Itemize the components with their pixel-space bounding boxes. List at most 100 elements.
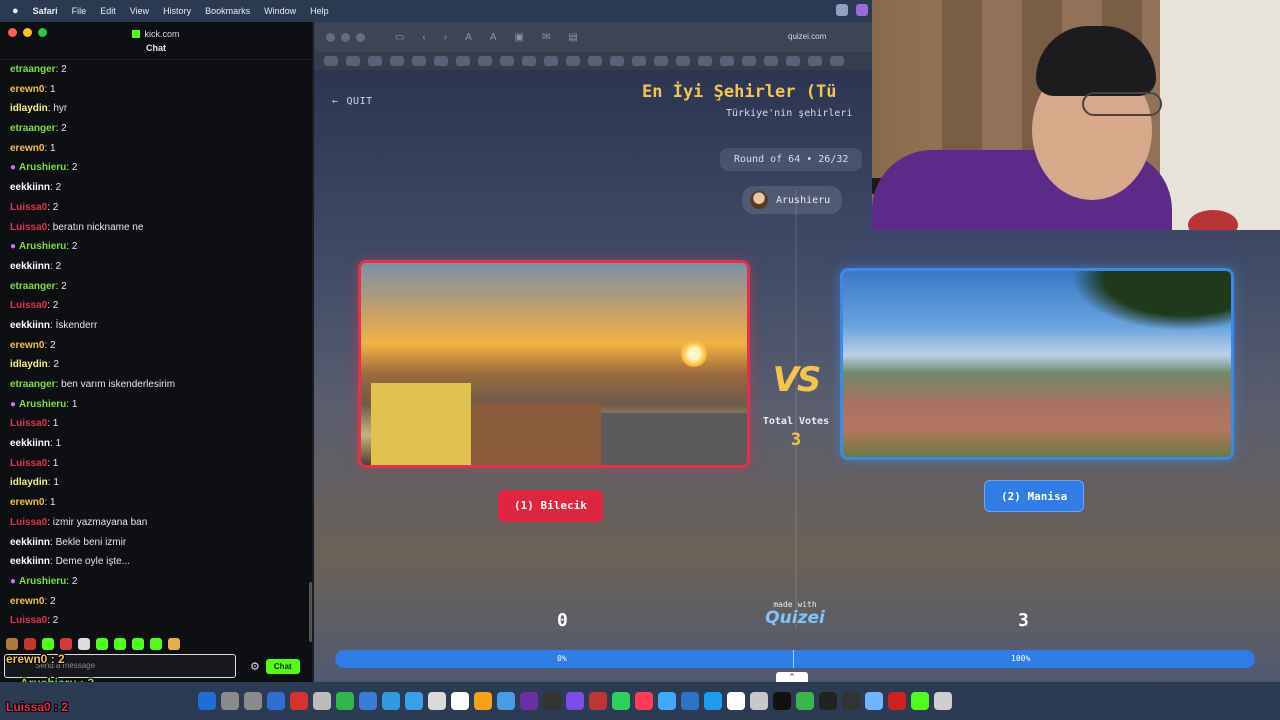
chat-username[interactable]: eekkiinn — [10, 556, 50, 567]
dock-app-icon[interactable] — [888, 692, 906, 710]
chat-username[interactable]: Luissa0 — [10, 458, 47, 469]
apple-icon[interactable]: ● — [12, 5, 19, 17]
emote-icon[interactable] — [60, 638, 72, 650]
favorite-icon[interactable] — [654, 56, 668, 66]
dock-app-icon[interactable] — [359, 692, 377, 710]
dock-app-icon[interactable] — [681, 692, 699, 710]
menu-help[interactable]: Help — [310, 6, 329, 16]
favorite-icon[interactable] — [544, 56, 558, 66]
favorite-icon[interactable] — [368, 56, 382, 66]
chat-username[interactable]: idlaydin — [10, 477, 48, 488]
dock-app-icon[interactable] — [796, 692, 814, 710]
dock-app-icon[interactable] — [934, 692, 952, 710]
emote-icon[interactable] — [96, 638, 108, 650]
favorite-icon[interactable] — [324, 56, 338, 66]
address-bar[interactable]: quizei.com — [788, 32, 826, 41]
minimize-icon[interactable] — [341, 32, 350, 42]
favorite-icon[interactable] — [830, 56, 844, 66]
option-button-right[interactable]: (2) Manisa — [984, 480, 1085, 512]
dock-app-icon[interactable] — [428, 692, 446, 710]
dock-app-icon[interactable] — [612, 692, 630, 710]
favorite-icon[interactable] — [610, 56, 624, 66]
menu-window[interactable]: Window — [264, 6, 296, 16]
chat-username[interactable]: etraanger — [10, 123, 56, 134]
dock-app-icon[interactable] — [750, 692, 768, 710]
dock-app-icon[interactable] — [520, 692, 538, 710]
option-button-left[interactable]: (1) Bilecik — [498, 490, 603, 522]
dock-app-icon[interactable] — [589, 692, 607, 710]
dock-app-icon[interactable] — [474, 692, 492, 710]
chat-username[interactable]: etraanger — [10, 281, 56, 292]
chat-username[interactable]: Arushieru — [19, 241, 66, 252]
chat-username[interactable]: idlaydin — [10, 359, 48, 370]
emote-icon[interactable] — [42, 638, 54, 650]
dock-app-icon[interactable] — [865, 692, 883, 710]
extension-icon[interactable]: ▣ — [514, 32, 523, 43]
favorite-icon[interactable] — [346, 56, 360, 66]
chat-username[interactable]: erewn0 — [10, 84, 44, 95]
maximize-icon[interactable] — [356, 32, 365, 42]
option-card-right[interactable] — [840, 268, 1234, 460]
chat-send-button[interactable]: Chat — [265, 658, 300, 674]
dock-app-icon[interactable] — [497, 692, 515, 710]
favorite-icon[interactable] — [698, 56, 712, 66]
menu-view[interactable]: View — [130, 6, 149, 16]
chat-username[interactable]: Luissa0 — [10, 615, 47, 626]
dock-app-icon[interactable] — [405, 692, 423, 710]
status-cloud-icon[interactable] — [836, 4, 848, 16]
dock-app-icon[interactable] — [451, 692, 469, 710]
dock-app-icon[interactable] — [911, 692, 929, 710]
dock-app-icon[interactable] — [819, 692, 837, 710]
chat-username[interactable]: Luissa0 — [10, 300, 47, 311]
dock-app-icon[interactable] — [727, 692, 745, 710]
dock-app-icon[interactable] — [635, 692, 653, 710]
dock-app-icon[interactable] — [704, 692, 722, 710]
dock-app-icon[interactable] — [566, 692, 584, 710]
chat-username[interactable]: Luissa0 — [10, 418, 47, 429]
chevron-up-icon[interactable]: ⌃ — [776, 672, 808, 682]
dock-app-icon[interactable] — [773, 692, 791, 710]
text-size-icon[interactable]: A — [465, 32, 472, 43]
emote-icon[interactable] — [132, 638, 144, 650]
chat-username[interactable]: eekkiinn — [10, 537, 50, 548]
chat-username[interactable]: Arushieru — [19, 162, 66, 173]
menu-bookmarks[interactable]: Bookmarks — [205, 6, 250, 16]
chat-username[interactable]: etraanger — [10, 379, 56, 390]
text-size-icon[interactable]: A — [490, 32, 497, 43]
dock-app-icon[interactable] — [198, 692, 216, 710]
dock-app-icon[interactable] — [267, 692, 285, 710]
favorite-icon[interactable] — [390, 56, 404, 66]
dock-app-icon[interactable] — [543, 692, 561, 710]
reader-icon[interactable]: ▤ — [568, 32, 577, 43]
emote-icon[interactable] — [168, 638, 180, 650]
maximize-icon[interactable] — [38, 28, 47, 37]
chat-scrollbar[interactable] — [309, 582, 312, 642]
chat-username[interactable]: erewn0 — [10, 340, 44, 351]
chat-username[interactable]: idlaydin — [10, 103, 48, 114]
close-icon[interactable] — [326, 32, 335, 42]
favorite-icon[interactable] — [588, 56, 602, 66]
dock-app-icon[interactable] — [313, 692, 331, 710]
chat-username[interactable]: eekkiinn — [10, 320, 50, 331]
favorite-icon[interactable] — [434, 56, 448, 66]
favorite-icon[interactable] — [522, 56, 536, 66]
dock-app-icon[interactable] — [221, 692, 239, 710]
chat-username[interactable]: erewn0 — [10, 497, 44, 508]
favorite-icon[interactable] — [478, 56, 492, 66]
chat-messages[interactable]: etraanger: 2 erewn0: 1 idlaydin: hyr etraan… — [0, 60, 312, 650]
menu-file[interactable]: File — [72, 6, 87, 16]
emote-icon[interactable] — [6, 638, 18, 650]
sidebar-icon[interactable]: ▭ — [395, 32, 404, 43]
chat-username[interactable]: Luissa0 — [10, 517, 47, 528]
chat-username[interactable]: Luissa0 — [10, 222, 47, 233]
dock-app-icon[interactable] — [842, 692, 860, 710]
close-icon[interactable] — [8, 28, 17, 37]
emote-icon[interactable] — [150, 638, 162, 650]
quit-button[interactable]: ← QUIT — [332, 96, 373, 107]
favorite-icon[interactable] — [720, 56, 734, 66]
chat-username[interactable]: Luissa0 — [10, 202, 47, 213]
back-icon[interactable]: ‹ — [422, 32, 425, 43]
emote-icon[interactable] — [78, 638, 90, 650]
menu-app-name[interactable]: Safari — [33, 6, 58, 16]
favorite-icon[interactable] — [676, 56, 690, 66]
